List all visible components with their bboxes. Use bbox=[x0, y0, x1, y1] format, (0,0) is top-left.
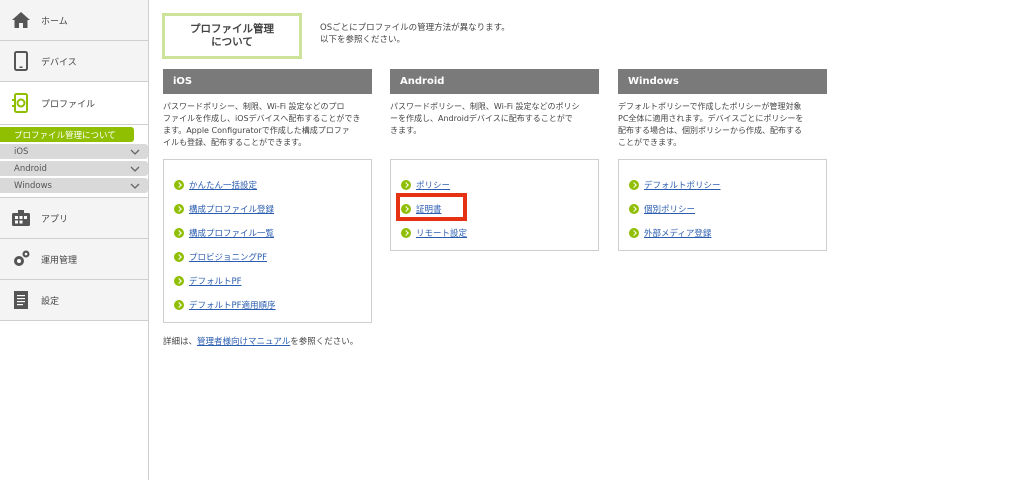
chevron-down-icon bbox=[130, 166, 140, 172]
list-item: リモート設定 bbox=[401, 221, 598, 245]
link-default-pf[interactable]: デフォルトPF bbox=[189, 275, 242, 287]
link-card: デフォルトポリシー 個別ポリシー 外部メディア登録 bbox=[618, 159, 827, 251]
link-remote-settings[interactable]: リモート設定 bbox=[416, 227, 467, 239]
link-provisioning-pf[interactable]: プロビジョニングPF bbox=[189, 251, 267, 263]
list-item: 外部メディア登録 bbox=[629, 221, 826, 245]
sidebar-item-label: 運用管理 bbox=[41, 255, 78, 266]
chevron-down-icon bbox=[130, 183, 140, 189]
sidebar-item-home[interactable]: ホーム bbox=[0, 0, 148, 41]
link-admin-manual[interactable]: 管理者様向けマニュアル bbox=[197, 337, 290, 347]
arrow-bullet-icon bbox=[629, 228, 639, 238]
submenu-item-windows[interactable]: Windows bbox=[0, 178, 148, 193]
arrow-bullet-icon bbox=[629, 204, 639, 214]
link-config-profile-register[interactable]: 構成プロファイル登録 bbox=[189, 203, 274, 215]
arrow-bullet-icon bbox=[174, 300, 184, 310]
list-item: 構成プロファイル登録 bbox=[174, 197, 371, 221]
profile-submenu: プロファイル管理について iOS Android Windows bbox=[0, 125, 148, 198]
section-description: パスワードポリシー、制限、Wi-Fi 設定などのプロ ファイルを作成し、iOSデ… bbox=[163, 102, 361, 147]
device-icon bbox=[10, 50, 32, 72]
highlight-box bbox=[396, 193, 467, 221]
document-icon bbox=[10, 289, 32, 311]
arrow-bullet-icon bbox=[401, 180, 411, 190]
list-item: かんたん一括設定 bbox=[174, 173, 371, 197]
arrow-bullet-icon bbox=[401, 228, 411, 238]
gear-icon bbox=[10, 248, 32, 270]
link-individual-policy[interactable]: 個別ポリシー bbox=[644, 203, 695, 215]
footer-suffix: を参照ください。 bbox=[290, 337, 359, 347]
sidebar-item-settings[interactable]: 設定 bbox=[0, 280, 148, 321]
link-external-media[interactable]: 外部メディア登録 bbox=[644, 227, 711, 239]
submenu-item-ios[interactable]: iOS bbox=[0, 144, 148, 159]
section-header: Android bbox=[390, 69, 599, 94]
arrow-bullet-icon bbox=[174, 180, 184, 190]
sidebar-item-apps[interactable]: アプリ bbox=[0, 198, 148, 239]
sidebar-item-label: プロファイル bbox=[41, 99, 96, 110]
sidebar-item-devices[interactable]: デバイス bbox=[0, 41, 148, 82]
list-item: デフォルトPF適用順序 bbox=[174, 293, 371, 317]
arrow-bullet-icon bbox=[174, 204, 184, 214]
section-header: iOS bbox=[163, 69, 372, 94]
page-intro: OSごとにプロファイルの管理方法が異なります。 以下を参照ください。 bbox=[320, 23, 510, 45]
profile-icon bbox=[10, 92, 32, 114]
section-description: パスワードポリシー、制限、Wi-Fi 設定などのポリシ ーを作成し、Androi… bbox=[390, 102, 580, 135]
sidebar-item-label: アプリ bbox=[41, 214, 69, 225]
arrow-bullet-icon bbox=[174, 276, 184, 286]
page-title: プロファイル管理 について bbox=[162, 13, 302, 59]
submenu-item-label: iOS bbox=[14, 146, 29, 157]
footer-note: 詳細は、管理者様向けマニュアルを参照ください。 bbox=[163, 335, 358, 347]
home-icon bbox=[10, 9, 32, 31]
link-default-pf-order[interactable]: デフォルトPF適用順序 bbox=[189, 299, 276, 311]
arrow-bullet-icon bbox=[174, 228, 184, 238]
windows-section: Windows デフォルトポリシーで作成したポリシーが管理対象 PC全体に適用さ… bbox=[618, 69, 827, 251]
link-policy[interactable]: ポリシー bbox=[416, 179, 450, 191]
footer-prefix: 詳細は、 bbox=[163, 337, 198, 347]
link-card: かんたん一括設定 構成プロファイル登録 構成プロファイル一覧 プロビジョニングP… bbox=[163, 159, 372, 323]
sidebar-item-label: デバイス bbox=[41, 57, 77, 68]
list-item: プロビジョニングPF bbox=[174, 245, 371, 269]
sidebar-item-label: ホーム bbox=[41, 16, 68, 27]
arrow-bullet-icon bbox=[174, 252, 184, 262]
android-section: Android パスワードポリシー、制限、Wi-Fi 設定などのポリシ ーを作成… bbox=[390, 69, 599, 251]
submenu-item-label: Windows bbox=[14, 180, 52, 191]
list-item: 個別ポリシー bbox=[629, 197, 826, 221]
submenu-item-android[interactable]: Android bbox=[0, 161, 148, 176]
list-item: デフォルトPF bbox=[174, 269, 371, 293]
ios-section: iOS パスワードポリシー、制限、Wi-Fi 設定などのプロ ファイルを作成し、… bbox=[163, 69, 372, 323]
list-item: デフォルトポリシー bbox=[629, 173, 826, 197]
sidebar-item-profile[interactable]: プロファイル bbox=[0, 82, 148, 125]
link-config-profile-list[interactable]: 構成プロファイル一覧 bbox=[189, 227, 274, 239]
arrow-bullet-icon bbox=[629, 180, 639, 190]
list-item: 構成プロファイル一覧 bbox=[174, 221, 371, 245]
link-default-policy[interactable]: デフォルトポリシー bbox=[644, 179, 721, 191]
sidebar-item-operations[interactable]: 運用管理 bbox=[0, 239, 148, 280]
submenu-item-label: Android bbox=[14, 163, 47, 174]
sidebar-item-label: 設定 bbox=[41, 296, 60, 307]
section-description: デフォルトポリシーで作成したポリシーが管理対象 PC全体に適用されます。デバイス… bbox=[618, 102, 804, 147]
link-easy-bulk-setup[interactable]: かんたん一括設定 bbox=[189, 179, 257, 191]
chevron-down-icon bbox=[130, 149, 140, 155]
app-icon bbox=[10, 207, 32, 229]
section-header: Windows bbox=[618, 69, 827, 94]
submenu-item-about-profile[interactable]: プロファイル管理について bbox=[0, 127, 134, 142]
sidebar: ホーム デバイス プロファイル プロファイル管理について iOS Android… bbox=[0, 0, 149, 480]
